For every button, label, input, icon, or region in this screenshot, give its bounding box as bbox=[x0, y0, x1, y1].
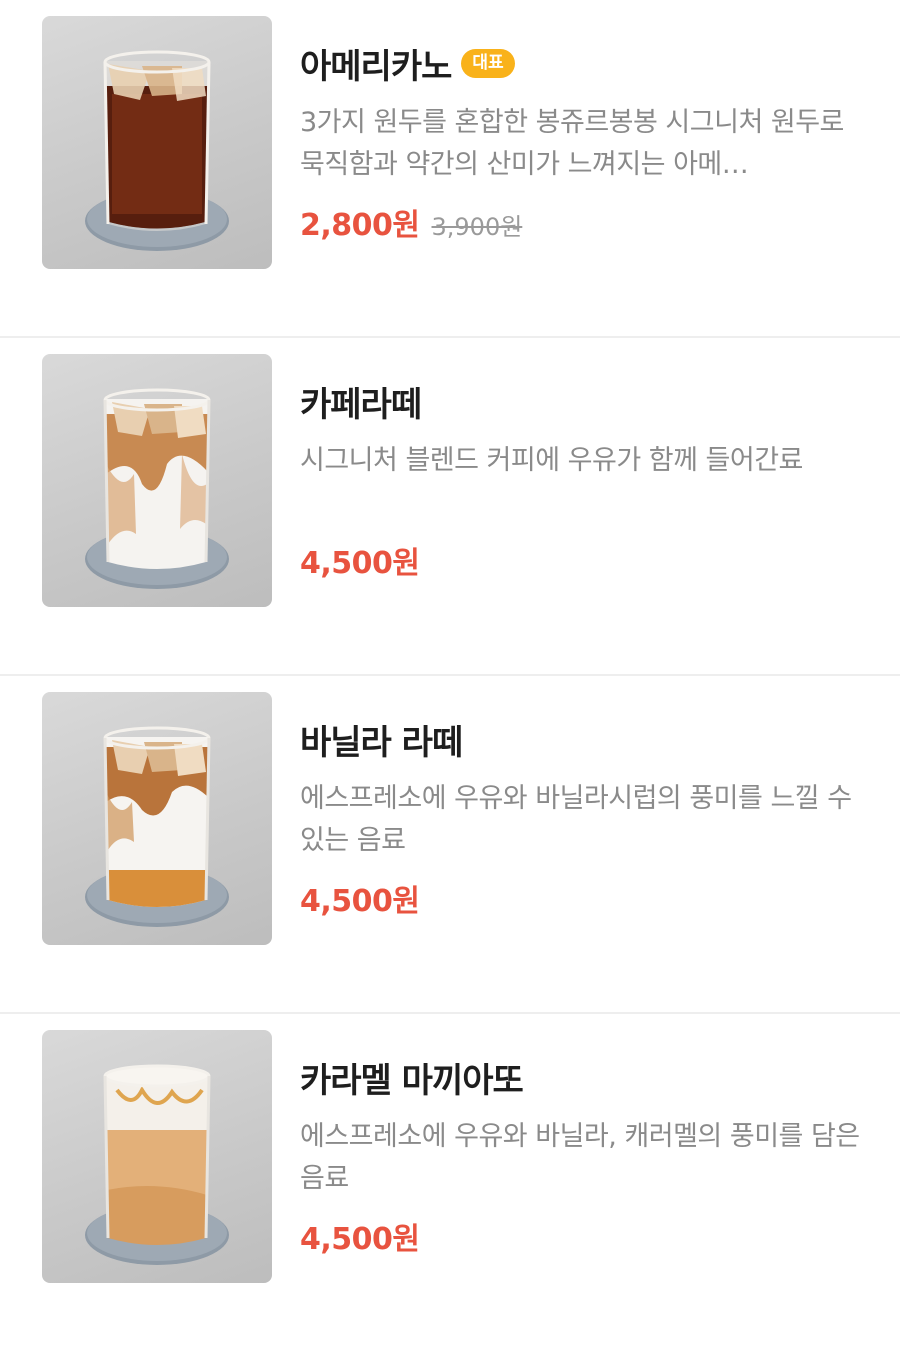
menu-item-info: 카페라떼 시그니처 블렌드 커피에 우유가 함께 들어간료 4,500원 bbox=[300, 376, 860, 582]
menu-item-info: 아메리카노 대표 3가지 원두를 혼합한 봉쥬르봉봉 시그니처 원두로 묵직함과… bbox=[300, 38, 860, 244]
menu-item-description: 에스프레소에 우유와 바닐라시럽의 풍미를 느낄 수 있는 음료 bbox=[300, 783, 852, 856]
sale-price: 2,800원 bbox=[300, 208, 420, 243]
menu-item-cafe-latte[interactable]: 카페라떼 시그니처 블렌드 커피에 우유가 함께 들어간료 4,500원 bbox=[0, 338, 900, 676]
title-row: 아메리카노 대표 bbox=[300, 38, 860, 88]
menu-item-caramel-macchiato[interactable]: 카라멜 마끼아또 에스프레소에 우유와 바닐라, 캐러멜의 풍미를 담은 음료 … bbox=[0, 1014, 900, 1352]
price-row: 4,500원 bbox=[300, 1214, 860, 1258]
sale-price: 4,500원 bbox=[300, 884, 420, 919]
sale-price: 4,500원 bbox=[300, 546, 420, 581]
menu-list: 아메리카노 대표 3가지 원두를 혼합한 봉쥬르봉봉 시그니처 원두로 묵직함과… bbox=[0, 0, 900, 1352]
menu-item-info: 바닐라 라떼 에스프레소에 우유와 바닐라시럽의 풍미를 느낄 수 있는 음료 … bbox=[300, 714, 860, 920]
sale-price: 4,500원 bbox=[300, 1222, 420, 1257]
original-price: 3,900원 bbox=[431, 213, 523, 241]
price-row: 4,500원 bbox=[300, 876, 860, 920]
iced-vanilla-latte-photo[interactable] bbox=[42, 692, 272, 945]
menu-item-americano[interactable]: 아메리카노 대표 3가지 원두를 혼합한 봉쥬르봉봉 시그니처 원두로 묵직함과… bbox=[0, 0, 900, 338]
title-row: 바닐라 라떼 bbox=[300, 714, 860, 764]
menu-item-title: 카페라떼 bbox=[300, 384, 422, 425]
menu-item-description: 에스프레소에 우유와 바닐라, 캐러멜의 풍미를 담은 음료 bbox=[300, 1121, 860, 1194]
price-row: 2,800원 3,900원 bbox=[300, 200, 860, 244]
iced-caramel-macchiato-photo[interactable] bbox=[42, 1030, 272, 1283]
menu-item-title: 카라멜 마끼아또 bbox=[300, 1060, 524, 1101]
menu-item-title: 바닐라 라떼 bbox=[300, 722, 463, 763]
menu-item-info: 카라멜 마끼아또 에스프레소에 우유와 바닐라, 캐러멜의 풍미를 담은 음료 … bbox=[300, 1052, 860, 1258]
iced-americano-photo[interactable] bbox=[42, 16, 272, 269]
menu-item-title: 아메리카노 bbox=[300, 46, 452, 87]
iced-cafe-latte-photo[interactable] bbox=[42, 354, 272, 607]
menu-item-vanilla-latte[interactable]: 바닐라 라떼 에스프레소에 우유와 바닐라시럽의 풍미를 느낄 수 있는 음료 … bbox=[0, 676, 900, 1014]
title-row: 카라멜 마끼아또 bbox=[300, 1052, 860, 1102]
price-row: 4,500원 bbox=[300, 538, 860, 582]
signature-badge: 대표 bbox=[461, 48, 515, 78]
title-row: 카페라떼 bbox=[300, 376, 860, 426]
menu-item-description: 시그니처 블렌드 커피에 우유가 함께 들어간료 bbox=[300, 445, 803, 476]
menu-item-description: 3가지 원두를 혼합한 봉쥬르봉봉 시그니처 원두로 묵직함과 약간의 산미가 … bbox=[300, 107, 844, 180]
